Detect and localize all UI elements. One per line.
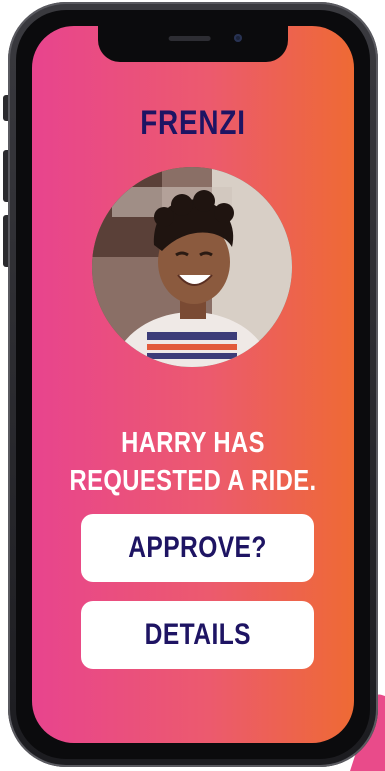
ride-request-message: HARRY HAS REQUESTED A RIDE. (32, 424, 354, 500)
message-line-2: REQUESTED A RIDE. (69, 465, 317, 497)
front-camera-icon (234, 34, 242, 42)
app-title: FRENZI (140, 104, 246, 142)
earpiece-speaker (168, 36, 211, 41)
avatar (92, 167, 292, 367)
approve-button-label: APPROVE? (128, 531, 267, 564)
phone-bezel: FRENZI HARRY HAS REQUESTED A RIDE. APPRO… (16, 10, 370, 759)
phone-frame: FRENZI HARRY HAS REQUESTED A RIDE. APPRO… (8, 2, 378, 767)
app-screen: FRENZI HARRY HAS REQUESTED A RIDE. APPRO… (32, 26, 354, 743)
details-button-label: DETAILS (144, 618, 251, 651)
message-line-1: HARRY HAS (121, 427, 265, 459)
user-photo (92, 167, 292, 367)
phone-notch (98, 26, 288, 62)
details-button[interactable]: DETAILS (81, 601, 314, 669)
approve-button[interactable]: APPROVE? (81, 514, 314, 582)
